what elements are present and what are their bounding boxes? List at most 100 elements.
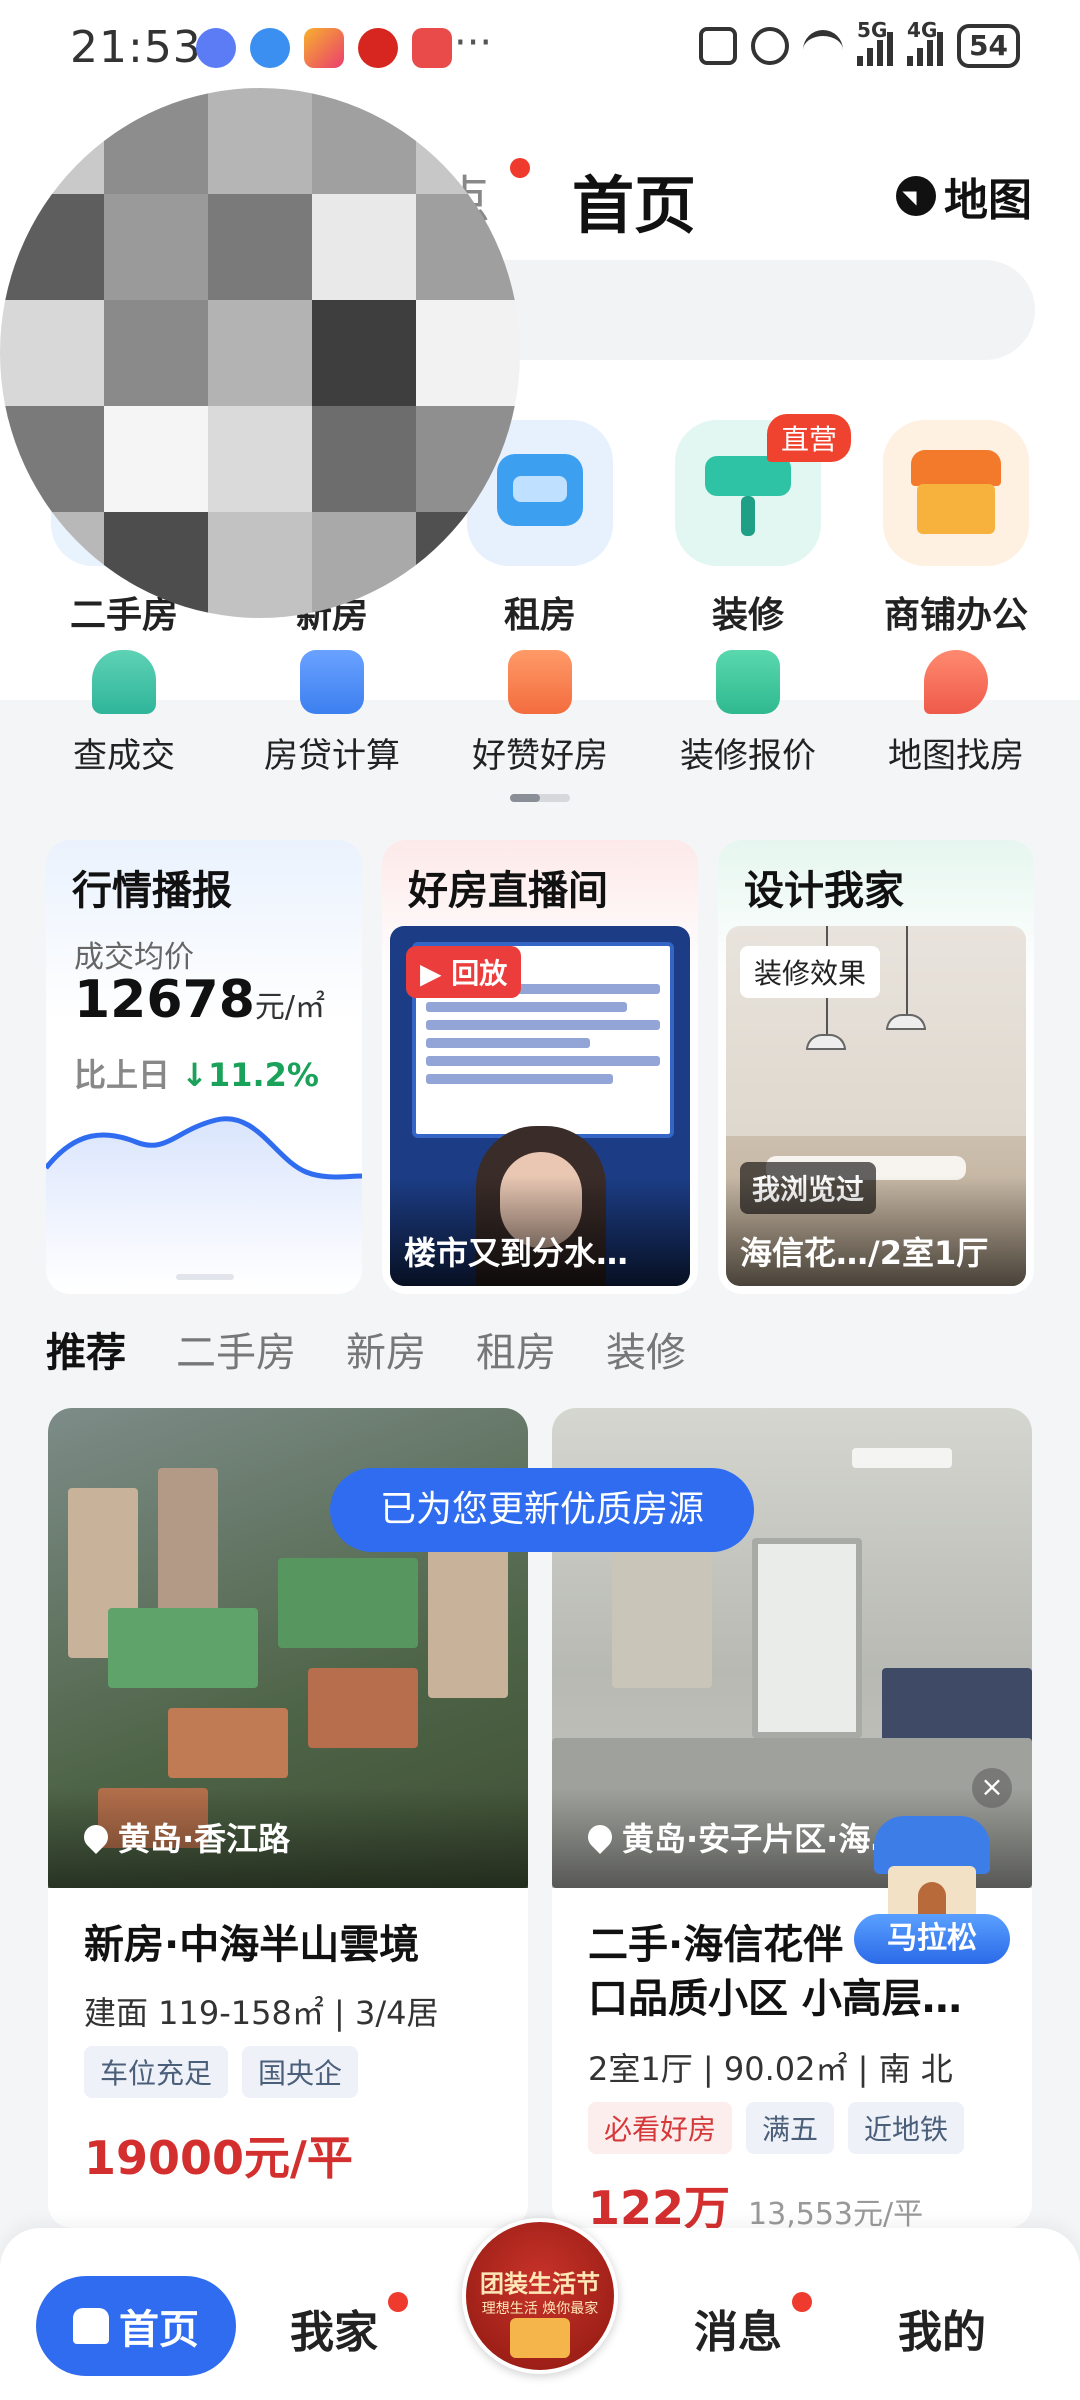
tool-map-search[interactable]: 地图找房 [856, 650, 1056, 777]
avatar[interactable] [0, 88, 520, 618]
tab-decoration[interactable]: 装修 [606, 1320, 686, 1378]
update-toast: 已为您更新优质房源 [330, 1468, 754, 1552]
paint-roller-icon: 直营 [675, 414, 851, 566]
stamp-icon [92, 650, 156, 714]
card-title: 好房直播间 [408, 868, 608, 914]
design-caption: 海信花…/2室1厅 [740, 1234, 989, 1272]
category-shop-office[interactable]: 商铺办公 [856, 420, 1056, 638]
map-pin-icon [924, 650, 988, 714]
map-label: 地图 [944, 175, 1032, 226]
alarm-icon [751, 27, 790, 65]
promo-festival-button[interactable]: 团装生活节 理想生活 焕你最家 [462, 2218, 618, 2374]
marathon-floating-ad[interactable]: × 马拉松 [848, 1768, 1012, 1974]
listing-title: 新房·中海半山雲境 [84, 1922, 420, 1968]
tool-row: 查成交 房贷计算 好赞好房 装修报价 地图找房 [0, 650, 1080, 777]
tag-chip: 必看好房 [588, 2102, 733, 2154]
avg-price-value: 12678 [74, 970, 255, 1030]
tool-label: 查成交 [73, 736, 175, 776]
home-icon [73, 2308, 109, 2344]
listing-location: 黄岛·香江路 [79, 1814, 290, 1860]
tag-chip: 车位充足 [84, 2046, 229, 2098]
listing-tags: 必看好房 满五 近地铁 [588, 2102, 965, 2154]
navigation-arrow-icon [896, 176, 936, 216]
gift-box-icon [510, 2318, 570, 2358]
category-label: 商铺办公 [883, 595, 1028, 636]
category-decoration[interactable]: 直营 装修 [648, 414, 851, 638]
tag-chip: 满五 [746, 2102, 835, 2154]
page-title: 首页 [572, 169, 697, 242]
tag-chip: 近地铁 [848, 2102, 965, 2154]
tab-new-house[interactable]: 新房 [346, 1320, 426, 1378]
myhome-badge-dot [388, 2292, 408, 2312]
listing-price-total: 122万 [588, 2181, 731, 2228]
market-report-card[interactable]: 行情播报 成交均价 12678元/㎡ 比上日 ↓11.2% [46, 840, 362, 1294]
app-store-icon [304, 28, 344, 68]
status-overflow: ··· [454, 20, 493, 66]
category-label: 租房 [503, 595, 576, 636]
promo-subtitle: 理想生活 焕你最家 [481, 2301, 599, 2317]
tool-liked-homes[interactable]: 好赞好房 [440, 650, 640, 777]
direct-badge: 直营 [766, 414, 851, 462]
marathon-label: 马拉松 [854, 1914, 1010, 1964]
tool-mortgage-calc[interactable]: 房贷计算 [232, 650, 432, 777]
tab-second-hand[interactable]: 二手房 [176, 1320, 296, 1378]
listing-price: 122万 13,553元/平 [588, 2172, 923, 2228]
location-pin-icon [79, 1820, 113, 1854]
nav-mine[interactable]: 我的 [898, 2296, 986, 2360]
nav-home[interactable]: 首页 [36, 2276, 236, 2376]
location-pin-icon [583, 1820, 617, 1854]
status-bar: 21:53 ··· 5G 4G 54 [0, 0, 1080, 100]
listing-title-line2: 口品质小区 小高层… [588, 1976, 962, 2022]
signal-5g-label: 5G [857, 18, 888, 42]
promo-title: 团装生活节 [480, 2270, 600, 2298]
live-caption: 楼市又到分水… [404, 1234, 629, 1272]
category-pager [510, 794, 570, 802]
price-tag-icon [716, 650, 780, 714]
feed-tabs: 推荐 二手房 新房 租房 装修 [46, 1320, 686, 1378]
change-value: ↓11.2% [181, 1056, 319, 1094]
tool-label: 好赞好房 [472, 736, 608, 776]
tab-recommend[interactable]: 推荐 [46, 1320, 126, 1378]
music-icon [196, 28, 236, 68]
status-time: 21:53 [70, 22, 202, 73]
calculator-icon [300, 650, 364, 714]
nav-messages[interactable]: 消息 [694, 2296, 782, 2360]
card-title: 行情播报 [72, 868, 232, 914]
replay-label: 回放 [451, 957, 508, 990]
decor-effect-tag: 装修效果 [740, 946, 881, 998]
status-right: 5G 4G 54 [699, 18, 1020, 68]
feature-cards: 行情播报 成交均价 12678元/㎡ 比上日 ↓11.2% 好房直播间 ▶ 回放 [0, 830, 1080, 1300]
shop-icon [883, 420, 1029, 566]
tool-transactions[interactable]: 查成交 [24, 650, 224, 777]
avg-price-unit: 元/㎡ [254, 990, 326, 1025]
replay-badge: ▶ 回放 [406, 946, 522, 998]
wifi-icon [803, 30, 844, 62]
signal-4g-icon: 4G [907, 18, 944, 66]
thumbs-up-icon [508, 650, 572, 714]
card-pager [176, 1274, 234, 1280]
tab-rent[interactable]: 租房 [476, 1320, 556, 1378]
live-room-card[interactable]: 好房直播间 ▶ 回放 楼市又到分水… [382, 840, 698, 1294]
metro-icon [358, 28, 398, 68]
bottom-nav: 首页 我家 团装生活节 理想生活 焕你最家 消息 我的 [0, 2218, 1080, 2400]
tool-label: 地图找房 [888, 736, 1024, 776]
trend-line-chart [46, 1116, 362, 1290]
huawei-icon [412, 28, 452, 68]
avg-price: 12678元/㎡ [74, 970, 325, 1030]
tool-label: 装修报价 [680, 736, 816, 776]
listing-tags: 车位充足 国央企 [84, 2046, 359, 2098]
close-icon[interactable]: × [972, 1768, 1012, 1808]
design-home-card[interactable]: 设计我家 装修效果 我浏览过 海信花…/2室1厅 [718, 840, 1034, 1294]
messages-badge-dot [792, 2292, 812, 2312]
map-button[interactable]: 地图 [896, 164, 1032, 228]
card-title: 设计我家 [744, 868, 904, 914]
tool-decoration-quote[interactable]: 装修报价 [648, 650, 848, 777]
nav-myhome[interactable]: 我家 [290, 2296, 378, 2360]
compare-label: 比上日 [74, 1056, 171, 1094]
browser-icon [250, 28, 290, 68]
tab-new-dot [510, 158, 530, 178]
listing-price: 19000元/平 [84, 2131, 353, 2185]
house-icon [874, 1816, 990, 1920]
room-thumbnail: 装修效果 我浏览过 海信花…/2室1厅 [726, 926, 1026, 1286]
category-label: 装修 [711, 595, 784, 636]
